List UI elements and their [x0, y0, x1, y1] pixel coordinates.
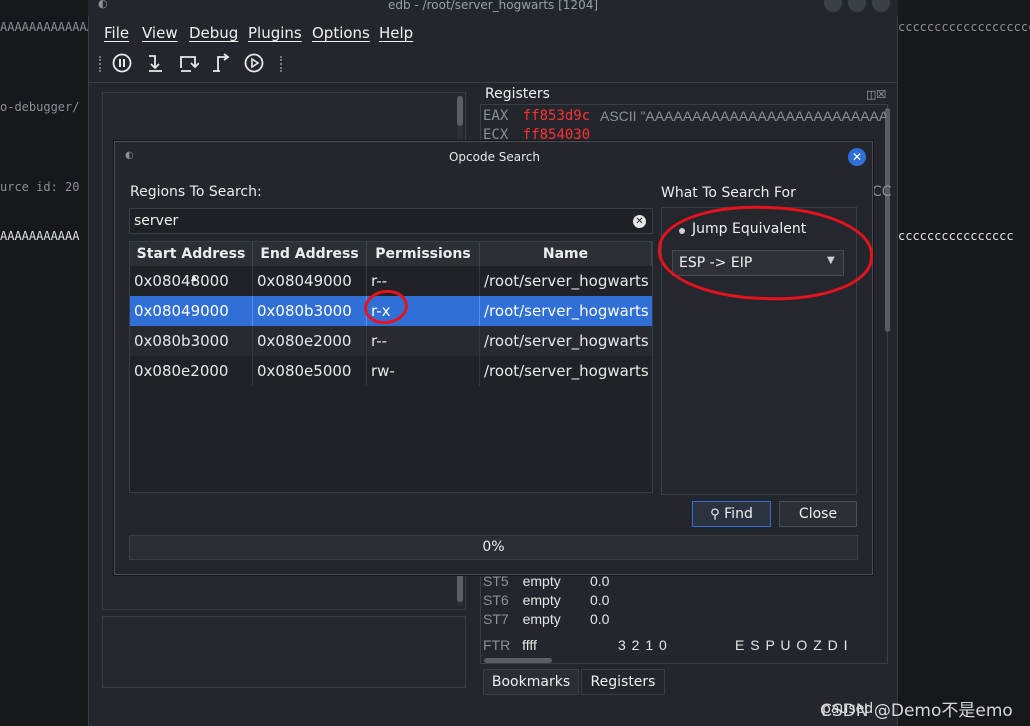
cell-name: /root/server_hogwarts	[484, 272, 649, 290]
pause-icon[interactable]	[110, 52, 134, 76]
fpu-state: empty	[522, 592, 561, 608]
table-row[interactable]: 0x080e2000 0x080e5000 rw- /root/server_h…	[130, 356, 652, 386]
step-into-icon[interactable]	[143, 52, 167, 76]
registers-h-scrollbar[interactable]	[484, 658, 552, 663]
fpu-st5-row: ST5 empty	[483, 573, 561, 589]
terminal-line: AAAAAAAAAAAAAAAAAAAAAAAAAAAAAAAAAAAAAAAA…	[0, 20, 90, 34]
cell-name: /root/server_hogwarts	[484, 362, 649, 380]
cell-permissions: rw-	[367, 356, 480, 386]
clear-icon[interactable]: ✕	[633, 215, 646, 228]
terminal-line: cccccccccccccccccccccccc	[898, 20, 1030, 34]
run-icon[interactable]	[242, 52, 266, 76]
fpu-state: empty	[522, 611, 561, 627]
fpu-state: empty	[522, 573, 561, 589]
cell-start-address: 0x08049000	[130, 296, 253, 326]
ftr-name: FTR	[483, 637, 511, 653]
menu-help[interactable]: Help	[379, 24, 413, 42]
cell-permissions: r--	[367, 326, 480, 356]
toolbar-grip-icon[interactable]	[280, 56, 284, 72]
menu-options[interactable]: Options	[312, 24, 370, 42]
cell-start-address: 0x08048000	[130, 266, 253, 296]
watermark: CSDN @Demo不是emo	[820, 701, 1013, 721]
register-value[interactable]: ff853d9c	[523, 108, 590, 124]
registers-title: Registers	[485, 86, 550, 102]
menu-plugins[interactable]: Plugins	[248, 24, 302, 42]
regions-table[interactable]: Start Address ▲ End Address Permissions …	[129, 241, 653, 493]
dialog-title: Opcode Search	[448, 150, 541, 164]
regions-label: Regions To Search:	[130, 184, 262, 200]
terminal-line: urce id: 20	[0, 180, 80, 194]
ftr-bits: 3 2 1 0	[618, 637, 668, 653]
column-header-start-address[interactable]: Start Address ▲	[130, 242, 253, 282]
search-progress-bar: 0%	[129, 535, 858, 560]
title-bar: ◐ edb - /root/server_hogwarts [1204]	[88, 0, 898, 16]
menu-view[interactable]: View	[142, 24, 178, 42]
ftr-flags: E S P U O Z D I	[735, 637, 849, 653]
cell-start-address: 0x080b3000	[130, 326, 253, 356]
float-dock-icon[interactable]: ◫☒	[866, 88, 886, 101]
tab-bookmarks[interactable]: Bookmarks	[483, 669, 579, 695]
fpu-value: 0.0	[590, 611, 610, 627]
cell-end-address: 0x08049000	[253, 266, 367, 296]
fpu-st6-row: ST6 empty	[483, 592, 561, 608]
region-filter-value: server	[134, 213, 179, 229]
toolbar-grip-icon[interactable]	[99, 56, 103, 72]
opcode-search-dialog: ◐ Opcode Search ✕ Regions To Search: ser…	[114, 141, 875, 575]
ftr-value[interactable]: ffff	[522, 637, 537, 653]
region-filter-input[interactable]: server ✕	[129, 208, 653, 234]
register-name: EAX	[483, 108, 509, 124]
menu-file[interactable]: File	[104, 24, 129, 42]
fpu-name: ST7	[483, 611, 509, 627]
fpu-value: 0.0	[590, 573, 610, 589]
step-out-icon[interactable]	[209, 52, 233, 76]
fpu-name: ST6	[483, 592, 509, 608]
column-header-permissions[interactable]: Permissions	[367, 242, 480, 266]
register-comment: CC	[872, 184, 892, 200]
column-header-name[interactable]: Name	[480, 242, 652, 266]
fpu-st7-row: ST7 empty	[483, 611, 561, 627]
stack-panel[interactable]	[102, 616, 466, 688]
close-icon[interactable]: ✕	[848, 148, 866, 166]
cell-end-address: 0x080b3000	[253, 296, 367, 326]
window-title: edb - /root/server_hogwarts [1204]	[387, 0, 599, 12]
fpu-value: 0.0	[590, 592, 610, 608]
terminal-line: cccccccccccccccc	[898, 229, 1014, 243]
register-comment: ASCII "AAAAAAAAAAAAAAAAAAAAAAAAAAAA	[600, 108, 886, 124]
table-row[interactable]: 0x080b3000 0x080e2000 r-- /root/server_h…	[130, 326, 652, 356]
cell-name: /root/server_hogwarts	[484, 302, 649, 320]
toolbar-divider	[89, 82, 897, 83]
column-header-end-address[interactable]: End Address	[253, 242, 367, 266]
close-button[interactable]: Close	[779, 501, 857, 527]
terminal-line: AAAAAAAAAAA	[0, 229, 80, 243]
search-icon: ⚲	[710, 507, 720, 522]
find-button[interactable]: ⚲ Find	[692, 501, 771, 527]
menu-debug[interactable]: Debug	[189, 24, 238, 42]
fpu-name: ST5	[483, 573, 509, 589]
fpu-ftr-row: FTR ffff	[483, 637, 537, 653]
search-for-label: What To Search For	[661, 185, 796, 201]
registers-scrollbar[interactable]	[885, 108, 890, 332]
step-over-icon[interactable]	[176, 52, 200, 76]
cell-end-address: 0x080e5000	[253, 356, 367, 386]
cell-name: /root/server_hogwarts	[484, 332, 649, 350]
cell-start-address: 0x080e2000	[130, 356, 253, 386]
tab-registers[interactable]: Registers	[581, 669, 665, 695]
cell-end-address: 0x080e2000	[253, 326, 367, 356]
terminal-line: o-debugger/	[0, 100, 80, 114]
register-eax-row: EAX ff853d9c	[483, 108, 590, 124]
